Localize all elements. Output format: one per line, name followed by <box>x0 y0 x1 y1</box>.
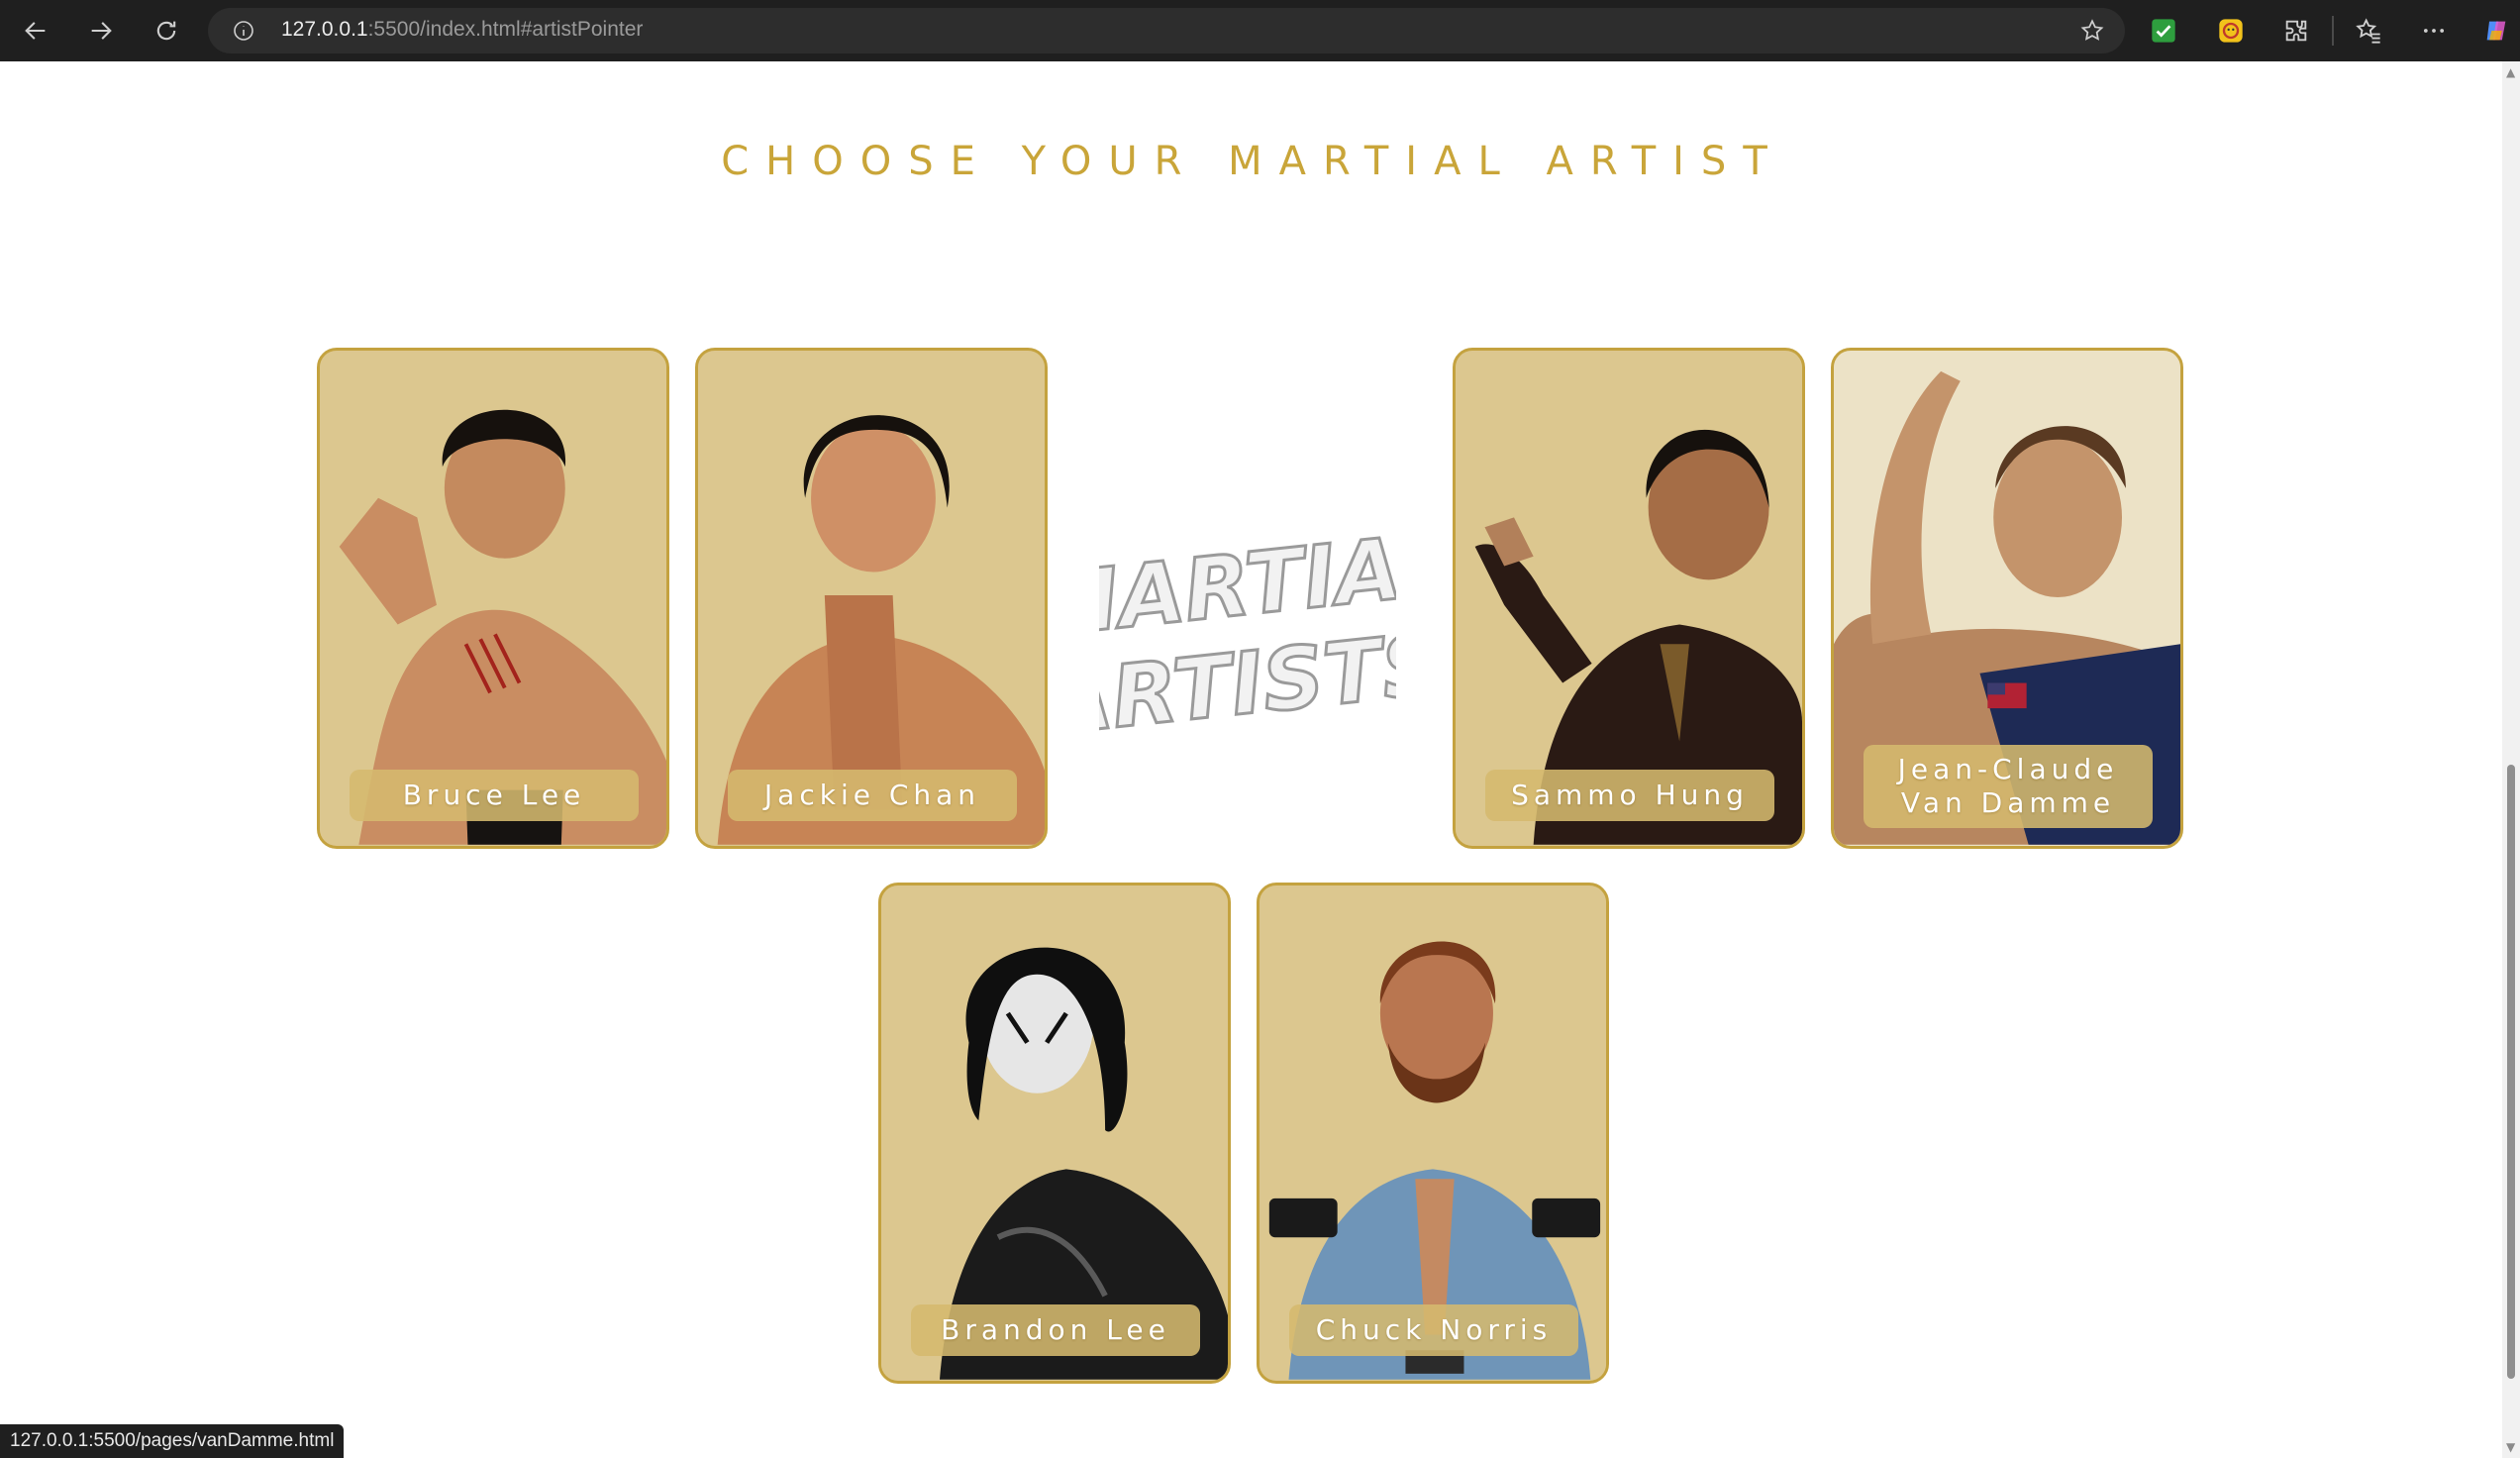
artist-name-label: Brandon Lee <box>911 1304 1200 1356</box>
page-content: CHOOSE YOUR MARTIAL ARTIST Bruce Lee Jac… <box>0 61 2520 1458</box>
artist-name-label: Chuck Norris <box>1289 1304 1578 1356</box>
refresh-icon <box>156 21 176 41</box>
info-icon[interactable] <box>232 19 255 43</box>
address-bar[interactable]: 127.0.0.1:5500/index.html#artistPointer <box>208 8 2125 53</box>
forward-button[interactable] <box>79 10 123 52</box>
artist-card-bruce-lee[interactable]: Bruce Lee <box>317 348 669 849</box>
back-button[interactable] <box>14 10 57 52</box>
artist-card-brandon-lee[interactable]: Brandon Lee <box>878 883 1231 1384</box>
browser-toolbar: 127.0.0.1:5500/index.html#artistPointer <box>0 0 2520 61</box>
back-icon <box>25 22 46 40</box>
artist-card-sammo-hung[interactable]: Sammo Hung <box>1453 348 1805 849</box>
star-icon[interactable] <box>2079 18 2105 44</box>
artist-name-label: Jean-Claude Van Damme <box>1864 745 2153 828</box>
link-status-bar: 127.0.0.1:5500/pages/vanDamme.html <box>0 1424 345 1458</box>
artist-card-jackie-chan[interactable]: Jackie Chan <box>695 348 1048 849</box>
artist-card-chuck-norris[interactable]: Chuck Norris <box>1257 883 1609 1384</box>
url-path: :5500/index.html#artistPointer <box>367 18 644 41</box>
artist-card-jean-claude-van-damme[interactable]: Jean-Claude Van Damme <box>1831 348 2183 849</box>
scroll-up-arrow-icon[interactable]: ▲ <box>2506 66 2516 78</box>
artist-name-label: Bruce Lee <box>350 770 639 821</box>
extension-check-icon[interactable] <box>2147 14 2180 48</box>
artist-name-label: Jackie Chan <box>728 770 1017 821</box>
refresh-button[interactable] <box>145 10 188 52</box>
forward-icon <box>91 22 112 40</box>
extensions-icon[interactable] <box>2279 14 2313 48</box>
url-host: 127.0.0.1 <box>281 18 368 41</box>
favorites-icon[interactable] <box>2352 14 2385 48</box>
page-title: CHOOSE YOUR MARTIAL ARTIST <box>721 139 1784 184</box>
scroll-down-arrow-icon[interactable]: ▼ <box>2506 1441 2516 1453</box>
toolbar-divider <box>2332 16 2334 46</box>
martial-artists-logo: MARTIAL ARTISTS <box>1099 513 1396 757</box>
url-text[interactable]: 127.0.0.1:5500/index.html#artistPointer <box>281 18 643 42</box>
artist-name-label: Sammo Hung <box>1485 770 1774 821</box>
page-scrollbar[interactable]: ▲ ▼ <box>2502 61 2520 1458</box>
more-icon[interactable] <box>2417 14 2451 48</box>
copilot-icon[interactable] <box>2479 14 2513 48</box>
extension-face-icon[interactable] <box>2214 14 2248 48</box>
scroll-thumb[interactable] <box>2507 765 2515 1379</box>
